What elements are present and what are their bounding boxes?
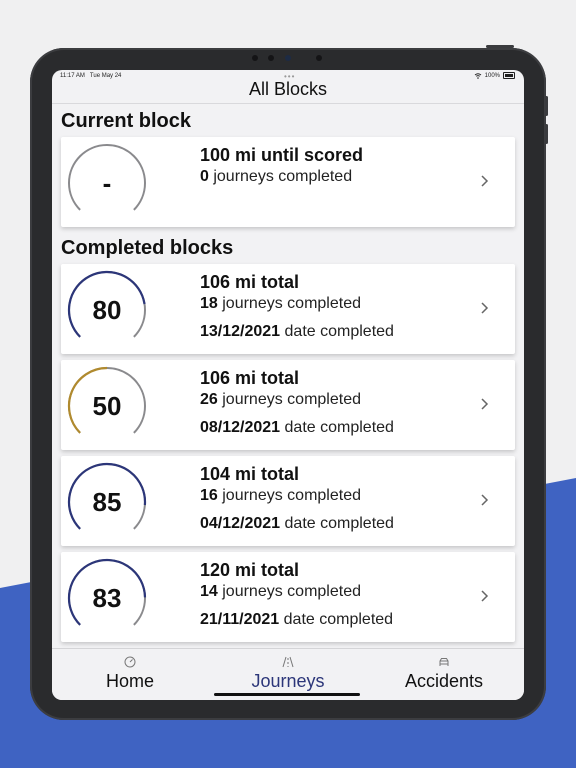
score-value: 85 — [92, 486, 122, 517]
score-value: - — [102, 167, 112, 198]
page-title: All Blocks — [248, 79, 328, 99]
journeys-completed: 0 journeys completed — [200, 168, 353, 185]
journeys-completed: 14 journeys completed — [200, 583, 361, 600]
chevron-right-icon — [481, 494, 489, 506]
wifi-icon — [474, 72, 481, 79]
camera-dot — [285, 55, 291, 61]
chevron-right-icon — [481, 302, 489, 314]
camera-dot — [316, 55, 322, 61]
date-completed: 13/12/2021 date completed — [200, 323, 394, 340]
battery-icon — [503, 72, 515, 79]
section-title-current: Current block — [61, 110, 192, 132]
home-indicator — [214, 693, 360, 696]
score-value: 83 — [92, 582, 122, 613]
road-icon — [282, 656, 294, 668]
block-total-distance: 106 mi total — [200, 272, 300, 292]
section-title-completed: Completed blocks — [61, 237, 234, 259]
date-completed: 08/12/2021 date completed — [200, 419, 394, 436]
tab-home[interactable]: Home — [82, 649, 178, 700]
chevron-right-icon — [481, 175, 489, 187]
block-total-distance: 104 mi total — [200, 464, 300, 484]
block-total-distance: 120 mi total — [200, 560, 300, 580]
speedometer-icon — [124, 656, 136, 668]
date-completed: 04/12/2021 date completed — [200, 515, 394, 532]
tab-label: Journeys — [251, 671, 325, 691]
side-button — [545, 124, 548, 144]
score-value: 50 — [92, 390, 122, 421]
nav-divider — [52, 103, 524, 104]
tab-label: Home — [105, 671, 154, 691]
distance-until-scored: 100 mi until scored — [200, 145, 364, 165]
completed-block-card[interactable]: 83 120 mi total 14 journeys completed 21… — [61, 552, 515, 642]
tab-bar: Home Journeys Accidents — [52, 648, 524, 700]
app-screen: 11:17 AM Tue May 24 ••• 100% All Blocks … — [52, 70, 524, 700]
block-total-distance: 106 mi total — [200, 368, 300, 388]
tab-label: Accidents — [404, 671, 484, 691]
chevron-right-icon — [481, 590, 489, 602]
date-completed: 21/11/2021 date completed — [200, 611, 394, 628]
volume-button — [486, 45, 514, 48]
status-right: 100% — [474, 72, 515, 79]
journeys-completed: 26 journeys completed — [200, 391, 361, 408]
car-icon — [439, 658, 449, 666]
camera-dot — [268, 55, 274, 61]
tab-accidents[interactable]: Accidents — [396, 649, 492, 700]
journeys-completed: 16 journeys completed — [200, 487, 361, 504]
journeys-completed: 18 journeys completed — [200, 295, 361, 312]
score-value: 80 — [92, 294, 122, 325]
current-block-card[interactable]: - 100 mi until scored 0 journeys complet… — [61, 137, 515, 227]
side-button — [545, 96, 548, 116]
completed-block-card[interactable]: 85 104 mi total 16 journeys completed 04… — [61, 456, 515, 546]
completed-block-card[interactable]: 50 106 mi total 26 journeys completed 08… — [61, 360, 515, 450]
chevron-right-icon — [481, 398, 489, 410]
camera-dot — [252, 55, 258, 61]
battery-percent: 100% — [484, 72, 500, 79]
completed-block-card[interactable]: 80 106 mi total 18 journeys completed 13… — [61, 264, 515, 354]
